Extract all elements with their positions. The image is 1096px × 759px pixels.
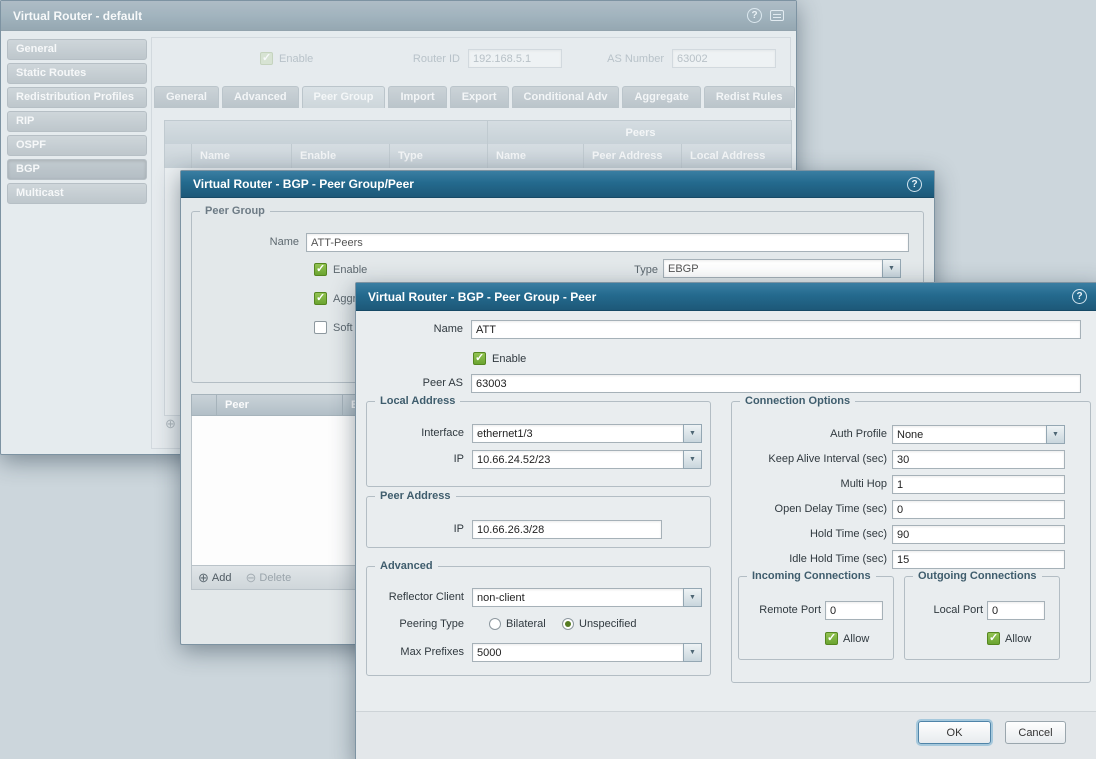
enable-label: Enable — [333, 261, 367, 279]
chevron-down-icon[interactable] — [683, 588, 702, 607]
outgoing-allow-label: Allow — [1005, 630, 1031, 648]
column-header-peer[interactable]: Peer — [216, 395, 342, 415]
auth-profile-combobox[interactable] — [892, 425, 1065, 444]
outgoing-connections-fieldset: Outgoing Connections Local Port Allow — [904, 576, 1060, 660]
local-port-label: Local Port — [909, 601, 983, 619]
bilateral-radio[interactable] — [489, 618, 501, 630]
type-label: Type — [598, 261, 658, 279]
interface-combobox[interactable] — [472, 424, 702, 443]
add-icon — [198, 570, 209, 586]
unspecified-label: Unspecified — [579, 615, 636, 633]
peer-as-label: Peer AS — [371, 374, 463, 392]
remote-port-label: Remote Port — [743, 601, 821, 619]
peer-dialog: Virtual Router - BGP - Peer Group - Peer… — [355, 282, 1096, 759]
reflector-client-value[interactable] — [472, 588, 683, 607]
aggregated-med-checkbox[interactable] — [314, 292, 327, 305]
hold-time-label: Hold Time (sec) — [740, 525, 887, 543]
peer-address-legend: Peer Address — [375, 489, 456, 503]
chevron-down-icon[interactable] — [1046, 425, 1065, 444]
outgoing-allow-checkbox[interactable] — [987, 632, 1000, 645]
delete-button[interactable]: Delete — [245, 570, 291, 586]
auth-profile-label: Auth Profile — [740, 425, 887, 443]
chevron-down-icon[interactable] — [882, 259, 901, 278]
connection-options-fieldset: Connection Options Auth Profile Keep Ali… — [731, 401, 1091, 683]
max-prefixes-label: Max Prefixes — [372, 643, 464, 661]
name-input[interactable] — [471, 320, 1081, 339]
enable-checkbox[interactable] — [314, 263, 327, 276]
local-address-legend: Local Address — [375, 394, 460, 408]
screen: Virtual Router - default General Static … — [0, 0, 1096, 759]
open-delay-input[interactable] — [892, 500, 1065, 519]
interface-label: Interface — [372, 424, 464, 442]
keep-alive-label: Keep Alive Interval (sec) — [740, 450, 887, 468]
peer-ip-label: IP — [372, 520, 464, 538]
incoming-connections-legend: Incoming Connections — [747, 569, 876, 583]
outgoing-connections-legend: Outgoing Connections — [913, 569, 1042, 583]
name-label: Name — [241, 233, 299, 251]
chevron-down-icon[interactable] — [683, 450, 702, 469]
peering-type-label: Peering Type — [372, 615, 464, 633]
name-input[interactable] — [306, 233, 909, 252]
max-prefixes-combobox[interactable] — [472, 643, 702, 662]
name-label: Name — [371, 320, 463, 338]
local-address-fieldset: Local Address Interface IP — [366, 401, 711, 487]
peer-group-dialog-titlebar: Virtual Router - BGP - Peer Group/Peer — [181, 171, 934, 198]
interface-value[interactable] — [472, 424, 683, 443]
chevron-down-icon[interactable] — [683, 643, 702, 662]
peer-ip-input[interactable] — [472, 520, 662, 539]
type-value[interactable] — [663, 259, 882, 278]
reflector-client-combobox[interactable] — [472, 588, 702, 607]
local-ip-value[interactable] — [472, 450, 683, 469]
add-button[interactable]: Add — [198, 570, 231, 586]
ok-button[interactable]: OK — [918, 721, 991, 744]
type-combobox[interactable] — [663, 259, 901, 278]
chevron-down-icon[interactable] — [683, 424, 702, 443]
peer-as-input[interactable] — [471, 374, 1081, 393]
idle-hold-time-input[interactable] — [892, 550, 1065, 569]
reflector-client-label: Reflector Client — [372, 588, 464, 606]
help-icon[interactable] — [1072, 289, 1087, 304]
remote-port-input[interactable] — [825, 601, 883, 620]
advanced-legend: Advanced — [375, 559, 438, 573]
help-icon[interactable] — [907, 177, 922, 192]
incoming-allow-label: Allow — [843, 630, 869, 648]
delete-button-label: Delete — [259, 572, 291, 584]
keep-alive-input[interactable] — [892, 450, 1065, 469]
auth-profile-value[interactable] — [892, 425, 1046, 444]
soft-reset-checkbox[interactable] — [314, 321, 327, 334]
idle-hold-time-label: Idle Hold Time (sec) — [740, 550, 887, 568]
aggregated-med-label: Aggr — [333, 290, 356, 308]
peer-dialog-titlebar: Virtual Router - BGP - Peer Group - Peer — [356, 283, 1096, 311]
open-delay-label: Open Delay Time (sec) — [740, 500, 887, 518]
peer-address-fieldset: Peer Address IP — [366, 496, 711, 548]
hold-time-input[interactable] — [892, 525, 1065, 544]
enable-label: Enable — [492, 350, 526, 368]
dialog-title: Virtual Router - BGP - Peer Group/Peer — [193, 177, 907, 191]
max-prefixes-value[interactable] — [472, 643, 683, 662]
add-button-label: Add — [212, 572, 232, 584]
dialog-title: Virtual Router - BGP - Peer Group - Peer — [368, 290, 1090, 304]
multi-hop-label: Multi Hop — [740, 475, 887, 493]
local-ip-combobox[interactable] — [472, 450, 702, 469]
delete-icon — [245, 570, 256, 586]
local-ip-label: IP — [372, 450, 464, 468]
advanced-fieldset: Advanced Reflector Client Peering Type B… — [366, 566, 711, 676]
peer-group-legend: Peer Group — [200, 204, 270, 218]
incoming-connections-fieldset: Incoming Connections Remote Port Allow — [738, 576, 894, 660]
bilateral-label: Bilateral — [506, 615, 546, 633]
cancel-button[interactable]: Cancel — [1005, 721, 1066, 744]
unspecified-radio[interactable] — [562, 618, 574, 630]
multi-hop-input[interactable] — [892, 475, 1065, 494]
local-port-input[interactable] — [987, 601, 1045, 620]
soft-reset-label: Soft — [333, 319, 353, 337]
enable-checkbox[interactable] — [473, 352, 486, 365]
incoming-allow-checkbox[interactable] — [825, 632, 838, 645]
connection-options-legend: Connection Options — [740, 394, 855, 408]
